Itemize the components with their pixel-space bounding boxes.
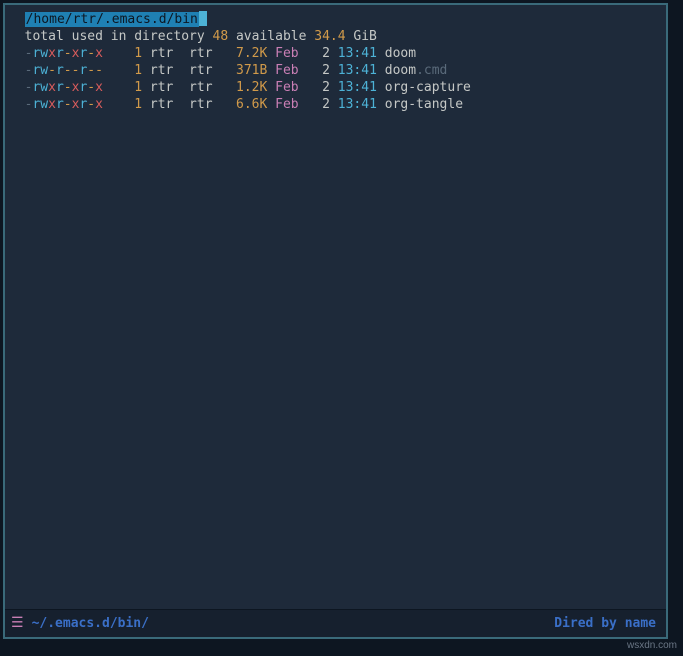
dired-path: /home/rtr/.emacs.d/bin bbox=[25, 12, 199, 27]
file-name: doom bbox=[385, 46, 416, 61]
cursor bbox=[199, 11, 207, 26]
file-row[interactable]: -rwxr-xr-x 1 rtr rtr 7.2K Feb 2 13:41 do… bbox=[7, 45, 664, 62]
file-name: org-capture bbox=[385, 80, 471, 95]
emacs-window: /home/rtr/.emacs.d/bin total used in dir… bbox=[3, 3, 668, 639]
dired-buffer[interactable]: /home/rtr/.emacs.d/bin total used in dir… bbox=[5, 5, 666, 609]
watermark: wsxdn.com bbox=[627, 637, 677, 654]
dired-summary-line: total used in directory 48 available 34.… bbox=[7, 28, 664, 45]
modeline-mode: Dired by name bbox=[554, 615, 656, 632]
file-row[interactable]: -rw-r--r-- 1 rtr rtr 371B Feb 2 13:41 do… bbox=[7, 62, 664, 79]
file-row[interactable]: -rwxr-xr-x 1 rtr rtr 1.2K Feb 2 13:41 or… bbox=[7, 79, 664, 96]
file-name: org-tangle bbox=[385, 97, 463, 112]
dired-path-line: /home/rtr/.emacs.d/bin bbox=[7, 11, 664, 28]
file-name: doom bbox=[385, 63, 416, 78]
modeline: ☰ ~/.emacs.d/bin/ Dired by name bbox=[5, 609, 666, 637]
menu-icon[interactable]: ☰ bbox=[11, 615, 24, 632]
modeline-path: ~/.emacs.d/bin/ bbox=[32, 615, 149, 632]
file-row[interactable]: -rwxr-xr-x 1 rtr rtr 6.6K Feb 2 13:41 or… bbox=[7, 96, 664, 113]
